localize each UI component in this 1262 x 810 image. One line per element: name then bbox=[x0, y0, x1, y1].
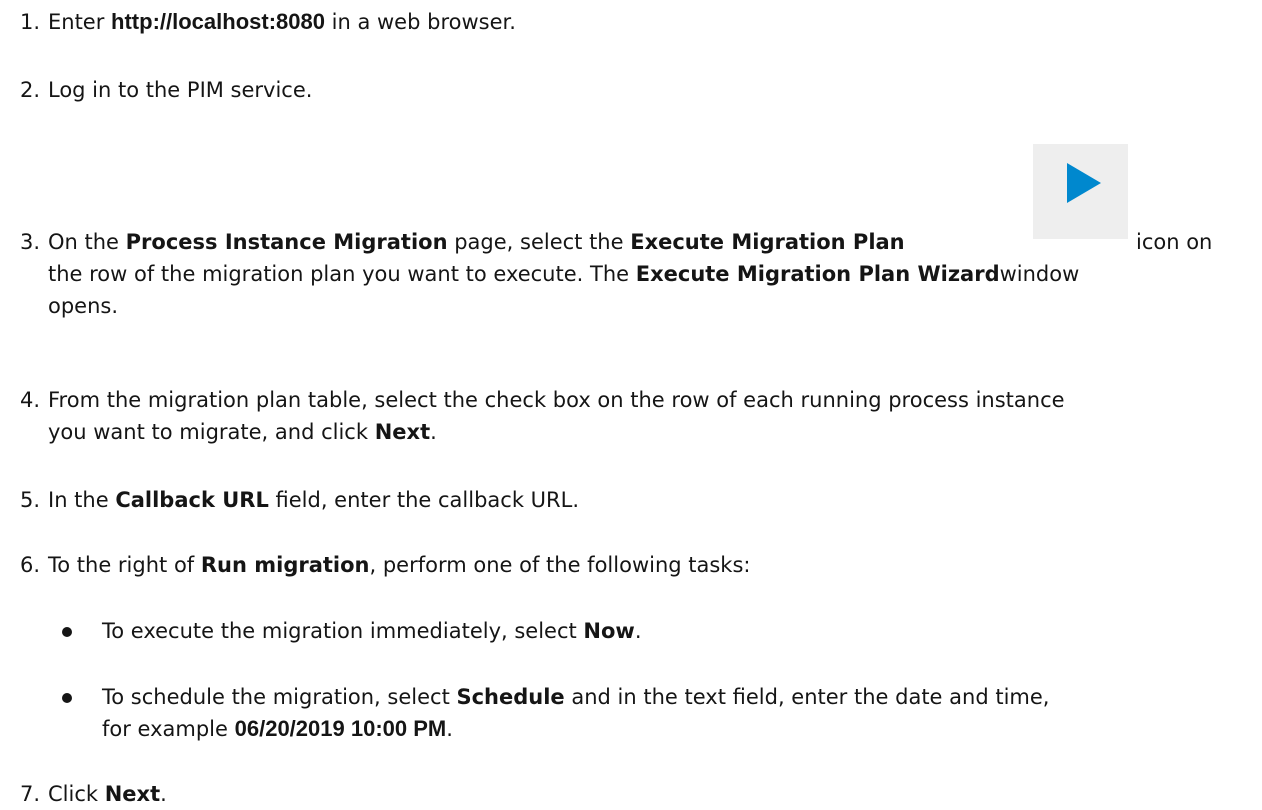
date-example: 06/20/2019 10:00 PM bbox=[234, 716, 447, 741]
next-label: Next bbox=[374, 420, 431, 444]
step-6: 6. To the right of Run migration, perfor… bbox=[6, 549, 1246, 581]
next-label: Next bbox=[104, 782, 161, 806]
bullet-text: To schedule the migration, select bbox=[102, 685, 457, 709]
step-text: To the right of bbox=[48, 553, 201, 577]
step-3: 3. On the Process Instance Migration pag… bbox=[6, 226, 1246, 322]
step-text: the row of the migration plan you want t… bbox=[48, 262, 636, 286]
step-text: Click bbox=[48, 782, 105, 806]
step-text: you want to migrate, and click bbox=[48, 420, 375, 444]
step-text: Log in to the PIM service. bbox=[48, 78, 313, 102]
step-number: 4. bbox=[19, 388, 40, 412]
step-number: 3. bbox=[19, 230, 40, 254]
step-text: Enter bbox=[48, 10, 112, 34]
page-name: Process Instance Migration bbox=[125, 230, 448, 254]
bullet-dot bbox=[62, 693, 72, 703]
step-number: 5. bbox=[19, 488, 40, 512]
step-text: field, enter the callback URL. bbox=[268, 488, 580, 512]
step-7: 7. Click Next. bbox=[6, 778, 1246, 810]
step-text: . bbox=[430, 420, 437, 444]
run-migration-label: Run migration bbox=[200, 553, 370, 577]
step-text: icon on bbox=[1136, 230, 1213, 254]
step-text: page, select the bbox=[447, 230, 631, 254]
step-number: 2. bbox=[19, 78, 40, 102]
step-text: . bbox=[160, 782, 167, 806]
step-number: 6. bbox=[19, 553, 40, 577]
bullet-item: To execute the migration immediately, se… bbox=[62, 615, 1222, 647]
wizard-name: Execute Migration Plan Wizard bbox=[635, 262, 1000, 286]
bullet-text: and in the text field, enter the date an… bbox=[564, 685, 1050, 709]
step-text: opens. bbox=[48, 294, 119, 318]
step-text: window bbox=[999, 262, 1080, 286]
callback-url-label: Callback URL bbox=[115, 488, 269, 512]
bullet-text: . bbox=[446, 717, 453, 741]
step-number: 1. bbox=[19, 10, 40, 34]
step-4: 4. From the migration plan table, select… bbox=[6, 384, 1246, 448]
bullet-text: . bbox=[634, 619, 642, 643]
now-label: Now bbox=[583, 619, 635, 643]
step-5: 5. In the Callback URL field, enter the … bbox=[6, 484, 1246, 516]
bullet-text: for example bbox=[102, 717, 235, 741]
step-1: 1. Enter http://localhost:8080 in a web … bbox=[6, 6, 1246, 38]
step-2: 2. Log in to the PIM service. bbox=[6, 74, 1246, 106]
bullet-text: To execute the migration immediately, se… bbox=[102, 619, 584, 643]
step-text: In the bbox=[48, 488, 116, 512]
step-text: in a web browser. bbox=[324, 10, 516, 34]
step-number: 7. bbox=[19, 782, 40, 806]
bullet-item: To schedule the migration, select Schedu… bbox=[62, 681, 1222, 745]
plan-name: Execute Migration Plan bbox=[630, 230, 905, 254]
step-text: On the bbox=[48, 230, 126, 254]
bullet-dot bbox=[62, 627, 72, 637]
url-text: http://localhost:8080 bbox=[111, 9, 325, 34]
play-icon bbox=[1033, 144, 1128, 239]
step-text: From the migration plan table, select th… bbox=[48, 388, 1065, 412]
step-text: , perform one of the following tasks: bbox=[369, 553, 751, 577]
schedule-label: Schedule bbox=[456, 685, 565, 709]
